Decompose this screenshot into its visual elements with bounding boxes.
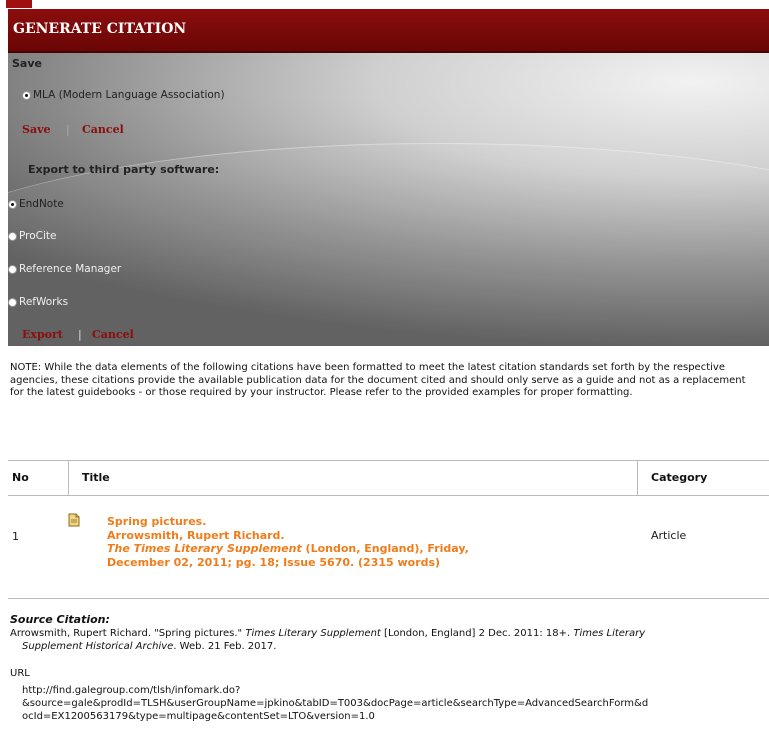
- export-option-endnote[interactable]: EndNote: [8, 198, 64, 210]
- export-button[interactable]: Export: [22, 328, 63, 341]
- procite-label: ProCite: [19, 230, 57, 242]
- column-header-category[interactable]: Category: [651, 471, 707, 484]
- url-label: URL: [10, 668, 30, 679]
- table-bottom-border: [8, 598, 769, 599]
- top-tab-marker: [6, 0, 32, 8]
- citation-title-link[interactable]: Spring pictures.: [107, 515, 469, 529]
- save-cancel-button[interactable]: Cancel: [82, 123, 124, 136]
- url-line: &source=gale&prodId=TLSH&userGroupName=j…: [22, 698, 649, 709]
- url-value[interactable]: http://find.galegroup.com/tlsh/infomark.…: [22, 684, 767, 723]
- source-archive-a: Times Literary: [573, 628, 646, 639]
- column-divider: [68, 460, 69, 496]
- export-heading: Export to third party software:: [28, 163, 220, 176]
- export-option-procite[interactable]: ProCite: [8, 230, 56, 242]
- source-archive-b: Supplement Historical Archive: [22, 641, 174, 652]
- source-part: Arrowsmith, Rupert Richard. "Spring pict…: [10, 628, 246, 639]
- endnote-label: EndNote: [19, 198, 64, 210]
- source-part: . Web. 21 Feb. 2017.: [173, 641, 277, 652]
- url-line: http://find.galegroup.com/tlsh/infomark.…: [22, 685, 241, 696]
- mla-label: MLA (Modern Language Association): [33, 89, 225, 101]
- table-top-border: [8, 460, 769, 461]
- procite-radio[interactable]: [8, 231, 17, 241]
- refworks-label: RefWorks: [19, 296, 69, 308]
- save-heading: Save: [12, 57, 42, 70]
- row-number: 1: [12, 530, 19, 543]
- column-header-title[interactable]: Title: [82, 471, 110, 484]
- dialog-title: GENERATE CITATION: [13, 21, 187, 37]
- source-citation-text: Arrowsmith, Rupert Richard. "Spring pict…: [10, 627, 765, 653]
- endnote-radio[interactable]: [8, 199, 17, 209]
- export-cancel-button[interactable]: Cancel: [92, 328, 134, 341]
- citation-result[interactable]: Spring pictures. Arrowsmith, Rupert Rich…: [107, 515, 469, 569]
- source-journal: Times Literary Supplement: [245, 628, 381, 639]
- document-icon[interactable]: [66, 512, 82, 528]
- export-option-reference-manager[interactable]: Reference Manager: [8, 263, 121, 275]
- citation-note: NOTE: While the data elements of the fol…: [10, 362, 746, 398]
- table-header-border: [8, 495, 769, 496]
- dialog-header: GENERATE CITATION: [8, 9, 769, 53]
- reference-manager-radio[interactable]: [8, 264, 17, 274]
- row-category: Article: [651, 529, 687, 542]
- citation-publication-details: (London, England), Friday,: [301, 542, 469, 555]
- save-button[interactable]: Save: [22, 123, 50, 136]
- reference-manager-label: Reference Manager: [19, 263, 122, 275]
- citation-publication-line: The Times Literary Supplement (London, E…: [107, 542, 469, 556]
- column-header-no: No: [12, 471, 29, 484]
- export-option-refworks[interactable]: RefWorks: [8, 296, 68, 308]
- source-citation-label: Source Citation:: [10, 613, 110, 626]
- url-line: ocId=EX1200563179&type=multipage&content…: [22, 711, 375, 722]
- citation-issue: December 02, 2011; pg. 18; Issue 5670. (…: [107, 555, 441, 569]
- mla-radio[interactable]: [22, 90, 31, 100]
- source-part: [London, England] 2 Dec. 2011: 18+.: [380, 628, 574, 639]
- column-divider: [637, 460, 638, 496]
- citation-author: Arrowsmith, Rupert Richard.: [107, 528, 285, 542]
- citation-publication: The Times Literary Supplement: [107, 542, 302, 555]
- options-panel: Save MLA (Modern Language Association) S…: [8, 53, 769, 346]
- link-separator: |: [78, 328, 82, 341]
- refworks-radio[interactable]: [8, 297, 17, 307]
- source-line-2: Supplement Historical Archive. Web. 21 F…: [10, 640, 765, 653]
- link-separator: |: [66, 123, 70, 136]
- mla-radio-option[interactable]: MLA (Modern Language Association): [22, 89, 225, 101]
